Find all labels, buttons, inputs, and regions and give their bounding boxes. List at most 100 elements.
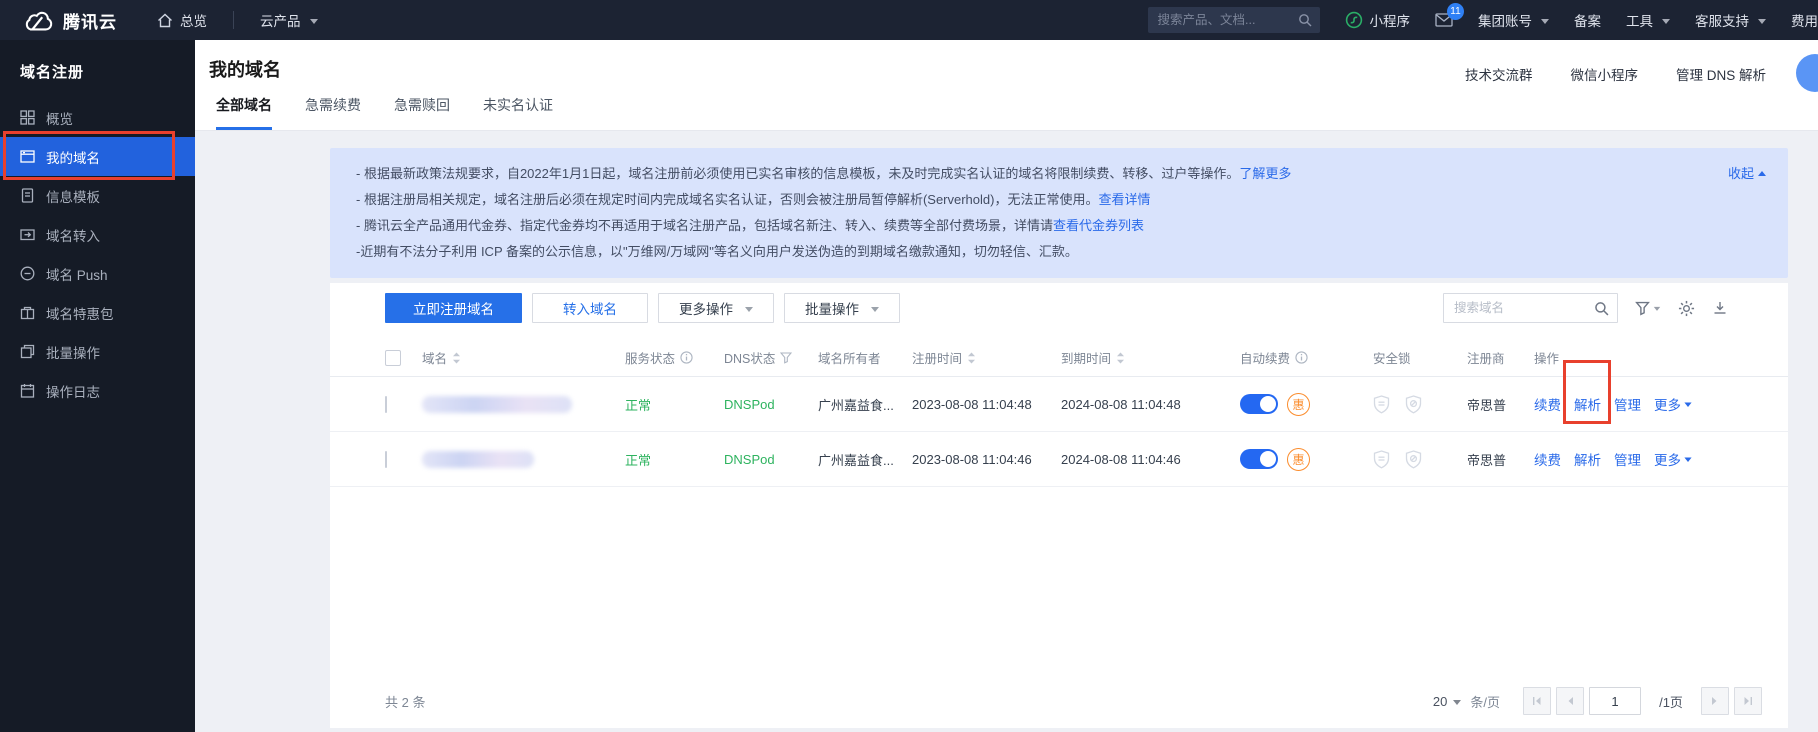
tab-urgent-renewal[interactable]: 急需续费 [305,95,361,130]
domain-name-redacted[interactable] [422,451,534,468]
header-dns-status[interactable]: DNS状态 [724,348,818,367]
transfer-lock-icon[interactable] [1405,450,1422,469]
tab-not-verified[interactable]: 未实名认证 [483,95,553,130]
nav-group-account[interactable]: 集团账号 [1478,10,1549,30]
header-label: 域名 [422,348,447,367]
transfer-in-icon [20,227,35,242]
security-lock-icon[interactable] [1373,395,1390,414]
header-domain[interactable]: 域名 [422,348,625,367]
tab-bar: 全部域名 急需续费 急需赎回 未实名认证 [216,95,553,130]
nav-billing[interactable]: 费用 [1791,10,1818,30]
tab-urgent-redemption[interactable]: 急需赎回 [394,95,450,130]
dns-status[interactable]: DNSPod [724,452,818,467]
chevron-down-icon [310,19,318,28]
domain-search-input[interactable] [1444,294,1617,322]
batch-actions-button[interactable]: 批量操作 [784,293,900,323]
notice-link-learn-more[interactable]: 了解更多 [1239,166,1291,181]
header-auto-renew[interactable]: 自动续费 [1240,348,1373,367]
topbar-search-input[interactable] [1148,7,1320,33]
sidebar-item-overview[interactable]: 概览 [0,98,195,137]
notice-link-voucher-list[interactable]: 查看代金券列表 [1053,218,1144,233]
next-page-button[interactable] [1701,687,1729,715]
chevron-down-icon [1662,19,1670,28]
action-renew[interactable]: 续费 [1534,449,1561,469]
nav-support[interactable]: 客服支持 [1695,10,1766,30]
collapse-label: 收起 [1728,163,1754,182]
header-registration-time[interactable]: 注册时间 [912,348,1061,367]
action-more[interactable]: 更多 [1654,449,1692,469]
discount-badge[interactable]: 惠 [1287,448,1310,471]
action-manage[interactable]: 管理 [1614,449,1641,469]
sidebar-item-domain-push[interactable]: 域名 Push [0,254,195,293]
page-title: 我的域名 [209,56,281,82]
download-icon[interactable] [1712,300,1728,316]
tab-all-domains[interactable]: 全部域名 [216,95,272,130]
link-manage-dns[interactable]: 管理 DNS 解析 [1676,64,1766,84]
nav-icp-filing[interactable]: 备案 [1574,10,1601,30]
notice-text: - 根据注册局相关规定，域名注册后必须在规定时间内完成域名实名认证，否则会被注册… [356,192,1098,207]
chevron-down-icon [745,307,753,316]
nav-overview[interactable]: 总览 [157,10,207,30]
header-service-status[interactable]: 服务状态 [625,348,724,367]
info-icon [680,351,693,364]
filter-funnel-icon[interactable] [1635,301,1661,316]
nav-cloud-products-label: 云产品 [260,10,301,30]
action-dns-resolve[interactable]: 解析 [1574,449,1601,469]
grid-icon [20,110,35,125]
select-all-checkbox[interactable] [385,350,401,366]
transfer-in-button[interactable]: 转入域名 [532,293,648,323]
domain-search[interactable] [1443,293,1618,323]
toggle-knob [1260,451,1276,467]
page-size-select[interactable]: 20 [1433,694,1461,709]
notice-line: -近期有不法分子利用 ICP 备案的公示信息，以"万维网/万域网"等名义向用户发… [356,239,1693,265]
sidebar-item-batch-operations[interactable]: 批量操作 [0,332,195,371]
auto-renew-toggle[interactable] [1240,394,1278,414]
sidebar-item-domain-transfer-in[interactable]: 域名转入 [0,215,195,254]
content-header: 我的域名 技术交流群 微信小程序 管理 DNS 解析 全部域名 急需续费 急需赎… [195,40,1818,131]
nav-tools[interactable]: 工具 [1626,10,1670,30]
sort-icon [452,352,461,364]
security-lock-icon[interactable] [1373,450,1390,469]
more-actions-button[interactable]: 更多操作 [658,293,774,323]
sidebar-item-info-templates[interactable]: 信息模板 [0,176,195,215]
auto-renew-toggle[interactable] [1240,449,1278,469]
row-checkbox[interactable] [385,396,387,413]
action-more[interactable]: 更多 [1654,394,1692,414]
notice-collapse-button[interactable]: 收起 [1728,163,1766,182]
nav-cloud-products[interactable]: 云产品 [260,10,318,30]
sidebar-item-operation-logs[interactable]: 操作日志 [0,371,195,410]
sidebar-item-my-domains[interactable]: 我的域名 [0,137,195,176]
link-tech-group[interactable]: 技术交流群 [1465,64,1533,84]
gear-icon[interactable] [1678,300,1695,317]
sidebar-item-domain-packages[interactable]: 域名特惠包 [0,293,195,332]
topbar-search[interactable] [1148,7,1320,33]
first-page-button[interactable] [1523,687,1551,715]
link-wechat-mini-program[interactable]: 微信小程序 [1570,64,1638,84]
page-number-input[interactable] [1589,687,1641,715]
action-manage[interactable]: 管理 [1614,394,1641,414]
tencent-cloud-brand[interactable]: 腾讯云 [22,8,117,33]
batch-actions-label: 批量操作 [805,298,859,318]
prev-page-button[interactable] [1556,687,1584,715]
nav-messages[interactable]: 11 [1435,13,1453,27]
last-page-button[interactable] [1734,687,1762,715]
nav-mini-program[interactable]: 小程序 [1345,10,1411,30]
avatar[interactable] [1796,54,1818,92]
table-footer: 共 2 条 20 条/页 /1页 [385,686,1762,716]
register-domain-button[interactable]: 立即注册域名 [385,293,522,323]
domain-name-redacted[interactable] [422,396,572,413]
total-count: 共 2 条 [385,692,425,711]
action-dns-resolve[interactable]: 解析 [1574,394,1601,414]
row-checkbox[interactable] [385,451,387,468]
header-expiration-time[interactable]: 到期时间 [1061,348,1240,367]
discount-badge[interactable]: 惠 [1287,393,1310,416]
transfer-lock-icon[interactable] [1405,395,1422,414]
dns-status[interactable]: DNSPod [724,397,818,412]
chevron-down-icon [1541,19,1549,28]
copy-layers-icon [20,344,35,359]
domain-owner: 广州嘉益食... [818,395,912,414]
action-renew[interactable]: 续费 [1534,394,1561,414]
notice-text: -近期有不法分子利用 ICP 备案的公示信息，以"万维网/万域网"等名义向用户发… [356,244,1078,259]
header-label: 安全锁 [1373,348,1411,367]
notice-link-view-details[interactable]: 查看详情 [1098,192,1150,207]
